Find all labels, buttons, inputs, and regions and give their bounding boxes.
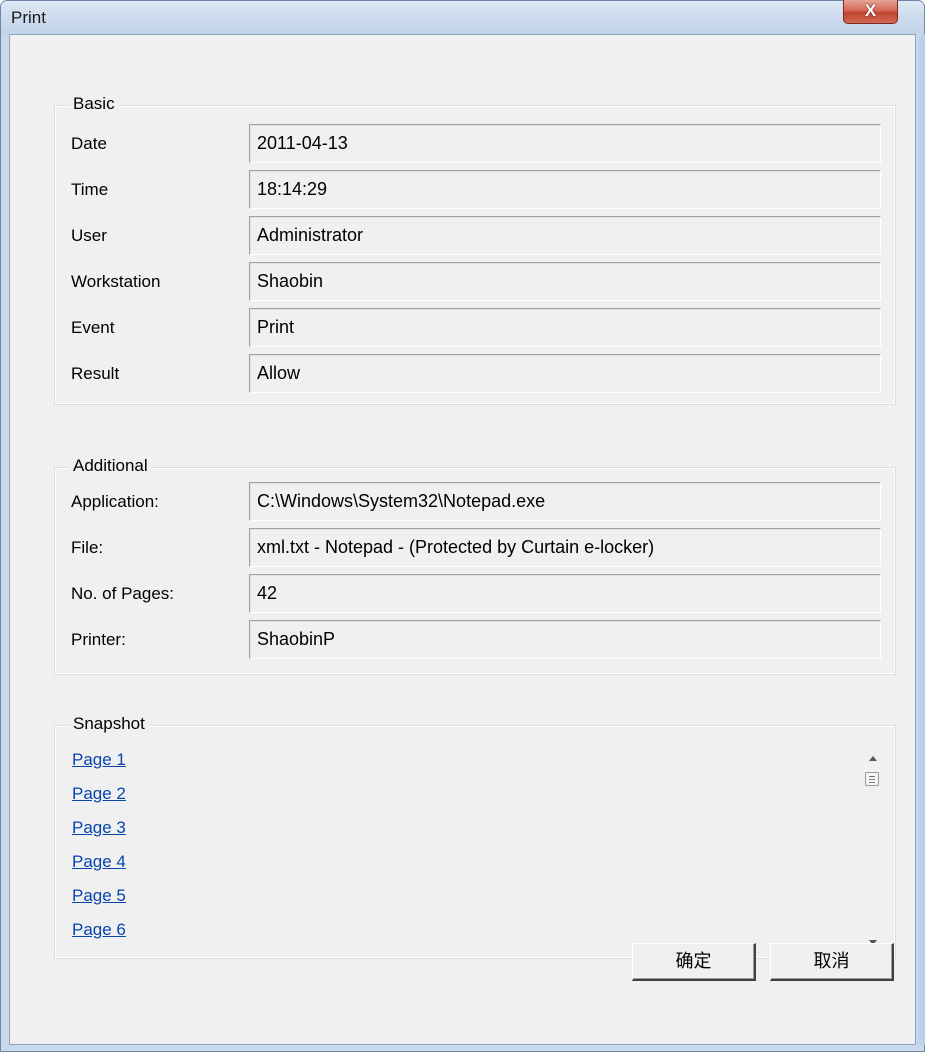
workstation-label: Workstation bbox=[71, 272, 161, 291]
cancel-button[interactable]: 取消 bbox=[770, 943, 894, 981]
basic-row-date: Date 2011-04-13 bbox=[55, 124, 895, 164]
snapshot-link-page-5[interactable]: Page 5 bbox=[72, 886, 126, 906]
time-field: 18:14:29 bbox=[249, 170, 881, 209]
date-label: Date bbox=[71, 134, 107, 153]
application-field: C:\Windows\System32\Notepad.exe bbox=[249, 482, 881, 521]
time-label: Time bbox=[71, 180, 109, 199]
basic-row-event: Event Print bbox=[55, 308, 895, 348]
basic-group: Basic Date 2011-04-13 Time 18:14:29 User… bbox=[54, 94, 896, 405]
ok-button[interactable]: 确定 bbox=[632, 943, 756, 981]
result-label: Result bbox=[71, 364, 120, 383]
basic-row-result: Result Allow bbox=[55, 354, 895, 394]
close-icon: X bbox=[864, 1, 877, 20]
scroll-up-arrow-icon[interactable] bbox=[869, 756, 877, 761]
snapshot-scrollbar[interactable] bbox=[865, 748, 881, 956]
basic-group-title: Basic bbox=[69, 94, 119, 114]
pages-label: No. of Pages: bbox=[71, 584, 175, 603]
scroll-thumb[interactable] bbox=[865, 772, 879, 786]
workstation-field: Shaobin bbox=[249, 262, 881, 301]
close-button[interactable]: X bbox=[843, 0, 898, 24]
additional-group: Additional Application: C:\Windows\Syste… bbox=[54, 456, 896, 675]
additional-group-title: Additional bbox=[69, 456, 152, 476]
pages-field: 42 bbox=[249, 574, 881, 613]
printer-field: ShaobinP bbox=[249, 620, 881, 659]
printer-label: Printer: bbox=[71, 630, 126, 649]
application-label: Application: bbox=[71, 492, 159, 511]
print-dialog-window: Print X Basic Date 2011-04-13 Time 18:14… bbox=[0, 0, 925, 1052]
additional-row-pages: No. of Pages: 42 bbox=[55, 574, 895, 614]
snapshot-group: Snapshot Page 1 Page 2 Page 3 Page 4 Pag… bbox=[54, 714, 896, 959]
basic-row-time: Time 18:14:29 bbox=[55, 170, 895, 210]
basic-row-workstation: Workstation Shaobin bbox=[55, 262, 895, 302]
event-field: Print bbox=[249, 308, 881, 347]
additional-row-file: File: xml.txt - Notepad - (Protected by … bbox=[55, 528, 895, 568]
file-field: xml.txt - Notepad - (Protected by Curtai… bbox=[249, 528, 881, 567]
snapshot-link-page-2[interactable]: Page 2 bbox=[72, 784, 126, 804]
title-bar[interactable]: Print X bbox=[1, 0, 924, 34]
file-label: File: bbox=[71, 538, 104, 557]
basic-row-user: User Administrator bbox=[55, 216, 895, 256]
window-title: Print bbox=[11, 8, 46, 27]
date-field: 2011-04-13 bbox=[249, 124, 881, 163]
snapshot-link-page-6[interactable]: Page 6 bbox=[72, 920, 126, 940]
snapshot-link-page-3[interactable]: Page 3 bbox=[72, 818, 126, 838]
snapshot-link-page-1[interactable]: Page 1 bbox=[72, 750, 126, 770]
user-label: User bbox=[71, 226, 107, 245]
dialog-client-area: Basic Date 2011-04-13 Time 18:14:29 User… bbox=[9, 34, 916, 1045]
snapshot-group-title: Snapshot bbox=[69, 714, 149, 734]
window-frame-right bbox=[916, 34, 925, 1045]
snapshot-link-page-4[interactable]: Page 4 bbox=[72, 852, 126, 872]
event-label: Event bbox=[71, 318, 115, 337]
additional-row-printer: Printer: ShaobinP bbox=[55, 620, 895, 660]
result-field: Allow bbox=[249, 354, 881, 393]
user-field: Administrator bbox=[249, 216, 881, 255]
additional-row-application: Application: C:\Windows\System32\Notepad… bbox=[55, 482, 895, 522]
